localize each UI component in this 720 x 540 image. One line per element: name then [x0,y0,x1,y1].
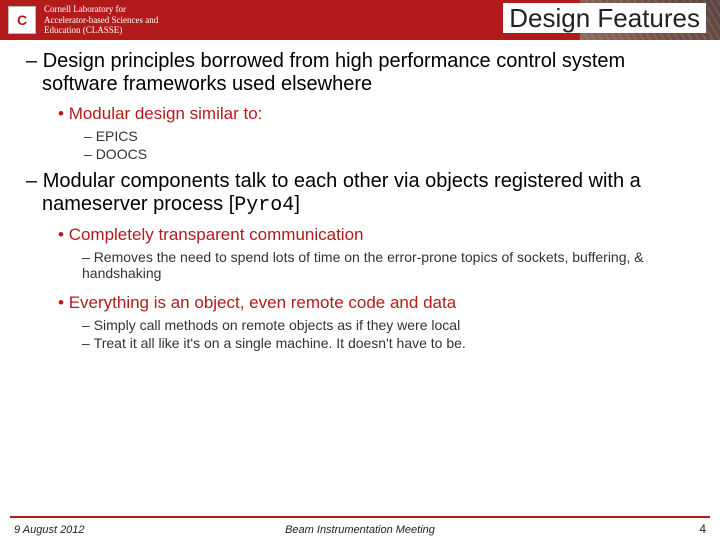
point-1-sub1-text: Modular design similar to: [69,104,263,123]
point-2-text-a: Modular components talk to each other vi… [42,170,641,215]
point-2-sub2-text: Everything is an object, even remote cod… [69,293,456,312]
slide-title-wrap: Design Features [503,3,706,34]
point-2-code: Pyro4 [234,194,294,217]
point-1-sub1-b: – DOOCS [84,146,696,162]
footer-meeting: Beam Instrumentation Meeting [0,524,720,536]
cornell-logo: C [8,6,36,34]
slide-body: – Design principles borrowed from high p… [0,40,720,540]
lab-line2: Accelerator-based Sciences and [44,15,158,26]
point-2: – Modular components talk to each other … [24,170,696,217]
point-2-sub1: • Completely transparent communication [58,225,696,245]
point-2-sub2: • Everything is an object, even remote c… [58,293,696,313]
point-1-sub1-a: – EPICS [84,128,696,144]
footer: 9 August 2012 Beam Instrumentation Meeti… [0,516,720,540]
lab-line3: Education (CLASSE) [44,25,158,36]
point-2-text-b: ] [294,193,300,215]
lab-line1: Cornell Laboratory for [44,4,158,15]
lab-name: Cornell Laboratory for Accelerator-based… [44,4,158,36]
footer-rule [10,516,710,518]
point-2-sub2-b: – Treat it all like it's on a single mac… [82,335,696,351]
slide-title: Design Features [503,3,706,33]
footer-page: 4 [699,522,706,536]
point-2-sub2-a: – Simply call methods on remote objects … [82,317,696,333]
point-2-sub1-text: Completely transparent communication [69,225,364,244]
point-1-sub1: • Modular design similar to: [58,104,696,124]
slide: C Cornell Laboratory for Accelerator-bas… [0,0,720,540]
point-2-sub1-a: – Removes the need to spend lots of time… [82,249,696,281]
point-1: – Design principles borrowed from high p… [24,50,696,96]
point-1-text: Design principles borrowed from high per… [42,50,625,95]
logo-letter: C [17,12,27,28]
